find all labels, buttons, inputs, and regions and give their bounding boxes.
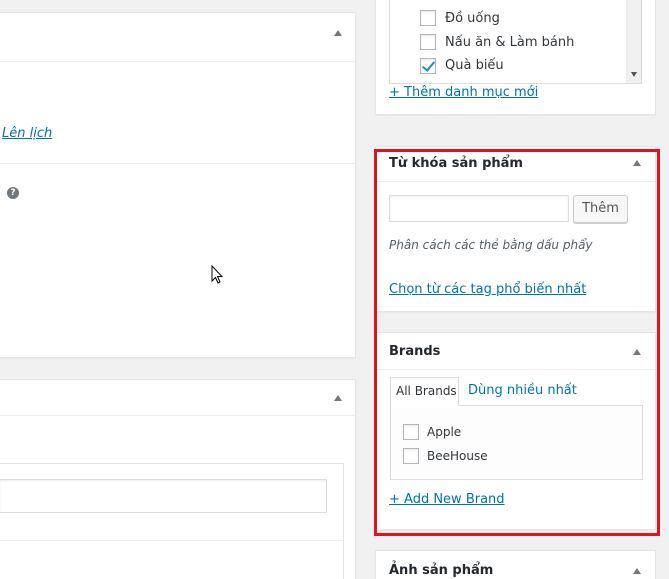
- brands-box: Brands All Brands Dùng nhiều nhất Apple …: [375, 332, 656, 530]
- collapse-arrow-icon[interactable]: [334, 395, 342, 401]
- box-title: Từ khóa sản phẩm: [389, 156, 523, 171]
- category-checkbox[interactable]: [420, 10, 436, 26]
- brand-checkbox[interactable]: [403, 448, 419, 464]
- category-checkbox[interactable]: [420, 34, 436, 50]
- category-label: Đồ uống: [445, 11, 500, 26]
- add-tag-button[interactable]: Thêm: [573, 195, 628, 223]
- divider: [0, 540, 344, 541]
- product-tags-box: Từ khóa sản phẩm Thêm Phân cách các thẻ …: [375, 146, 656, 312]
- scroll-down-icon[interactable]: [631, 72, 637, 77]
- categories-box: Đồ uống Nấu ăn & Làm bánh Quà biếu + Thê…: [375, 0, 656, 115]
- product-image-box: Ảnh sản phẩm: [375, 550, 656, 579]
- divider: [0, 415, 355, 416]
- brand-label: Apple: [427, 425, 462, 439]
- schedule-link[interactable]: Lên lịch: [2, 126, 52, 141]
- box-title: Ảnh sản phẩm: [389, 563, 494, 578]
- divider: [376, 369, 655, 370]
- help-icon[interactable]: ?: [7, 187, 19, 199]
- scrollbar[interactable]: [626, 0, 641, 83]
- brand-checkbox[interactable]: [403, 424, 419, 440]
- categories-list: Đồ uống Nấu ăn & Làm bánh Quà biếu: [389, 0, 642, 84]
- tag-input[interactable]: [389, 195, 569, 222]
- add-category-link[interactable]: + Thêm danh mục mới: [389, 85, 538, 100]
- box-title: Brands: [389, 344, 441, 359]
- tag-hint: Phân cách các thẻ bằng dấu phẩy: [389, 238, 593, 252]
- category-label: Nấu ăn & Làm bánh: [445, 35, 575, 50]
- publish-box: Lên lịch ?: [0, 12, 356, 358]
- divider: [376, 181, 655, 182]
- collapse-arrow-icon[interactable]: [334, 30, 342, 36]
- category-label: Quà biếu: [445, 58, 504, 73]
- category-checkbox[interactable]: [420, 58, 436, 74]
- mouse-cursor-icon: [211, 265, 223, 284]
- text-field[interactable]: [0, 479, 327, 513]
- add-brand-link[interactable]: + Add New Brand: [389, 492, 505, 507]
- choose-popular-tags-link[interactable]: Chọn từ các tag phổ biến nhất: [389, 282, 586, 297]
- collapse-arrow-icon[interactable]: [633, 349, 641, 355]
- brand-tab-active[interactable]: All Brands: [390, 377, 459, 406]
- divider: [0, 61, 355, 62]
- tab-all-brands[interactable]: All Brands: [396, 384, 457, 398]
- brands-list: Apple BeeHouse: [390, 405, 643, 480]
- divider: [0, 163, 355, 164]
- collapse-arrow-icon[interactable]: [633, 568, 641, 574]
- tab-most-used[interactable]: Dùng nhiều nhất: [468, 383, 577, 398]
- collapse-arrow-icon[interactable]: [633, 160, 641, 166]
- product-data-box: [0, 379, 356, 579]
- inner-panel: [0, 463, 344, 579]
- brand-label: BeeHouse: [427, 449, 488, 463]
